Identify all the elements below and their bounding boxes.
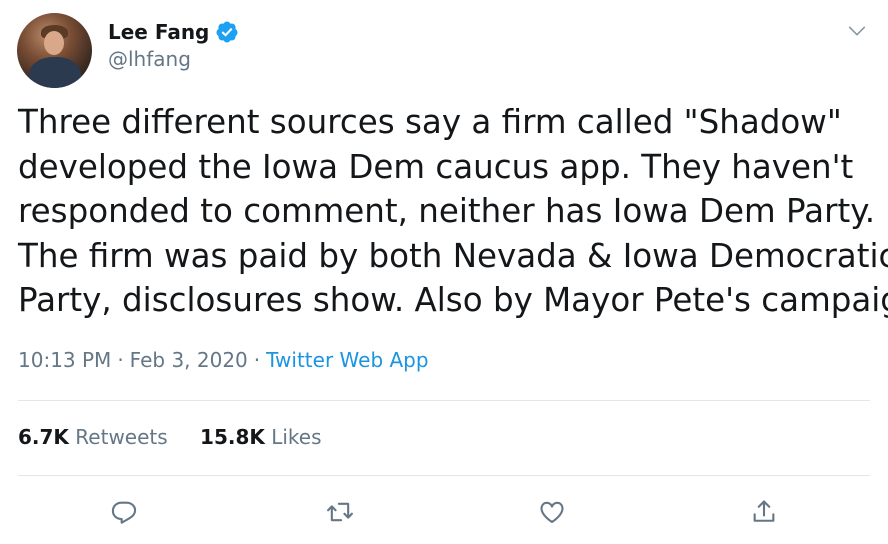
avatar-face xyxy=(44,31,64,55)
tweet-stats: 6.7K Retweets 15.8K Likes xyxy=(18,425,322,449)
retweets-label: Retweets xyxy=(75,425,168,449)
tweet-text-line: Three different sources say a firm calle… xyxy=(18,103,842,141)
tweet-text-line: responded to comment, neither has Iowa D… xyxy=(18,192,876,230)
likes-label: Likes xyxy=(271,425,322,449)
likes-stat[interactable]: 15.8K Likes xyxy=(200,425,322,449)
share-icon xyxy=(753,500,775,522)
reply-button[interactable] xyxy=(107,495,141,529)
tweet-meta: 10:13 PM · Feb 3, 2020 · Twitter Web App xyxy=(18,348,429,372)
tweet-source-link[interactable]: Twitter Web App xyxy=(266,348,428,372)
tweet-date[interactable]: Feb 3, 2020 xyxy=(130,348,248,372)
meta-separator: · xyxy=(117,348,124,372)
reply-icon xyxy=(111,501,137,524)
chevron-down-icon[interactable] xyxy=(846,20,868,42)
author-name-row: Lee Fang xyxy=(108,19,239,45)
meta-separator: · xyxy=(253,348,261,372)
tweet-text: Three different sources say a firm calle… xyxy=(18,100,888,323)
verified-badge-icon xyxy=(216,21,238,43)
avatar[interactable] xyxy=(17,13,92,88)
author-handle[interactable]: @lhfang xyxy=(108,47,191,71)
retweets-stat[interactable]: 6.7K Retweets xyxy=(18,425,168,449)
retweets-count: 6.7K xyxy=(18,425,69,449)
heart-icon xyxy=(540,501,564,523)
tweet-time[interactable]: 10:13 PM xyxy=(18,348,111,372)
share-button[interactable] xyxy=(747,495,781,529)
tweet-text-line: developed the Iowa Dem caucus app. They … xyxy=(18,147,854,186)
author-name[interactable]: Lee Fang xyxy=(108,20,209,44)
tweet-text-line: Party, disclosures show. Also by Mayor P… xyxy=(18,281,888,319)
like-button[interactable] xyxy=(535,495,569,529)
retweet-button[interactable] xyxy=(323,495,357,529)
retweet-icon xyxy=(327,502,353,522)
avatar-body xyxy=(29,57,81,88)
divider-bottom xyxy=(18,475,870,476)
divider-top xyxy=(18,400,870,401)
likes-count: 15.8K xyxy=(200,425,265,449)
tweet-text-line: The firm was paid by both Nevada & Iowa … xyxy=(18,236,888,275)
